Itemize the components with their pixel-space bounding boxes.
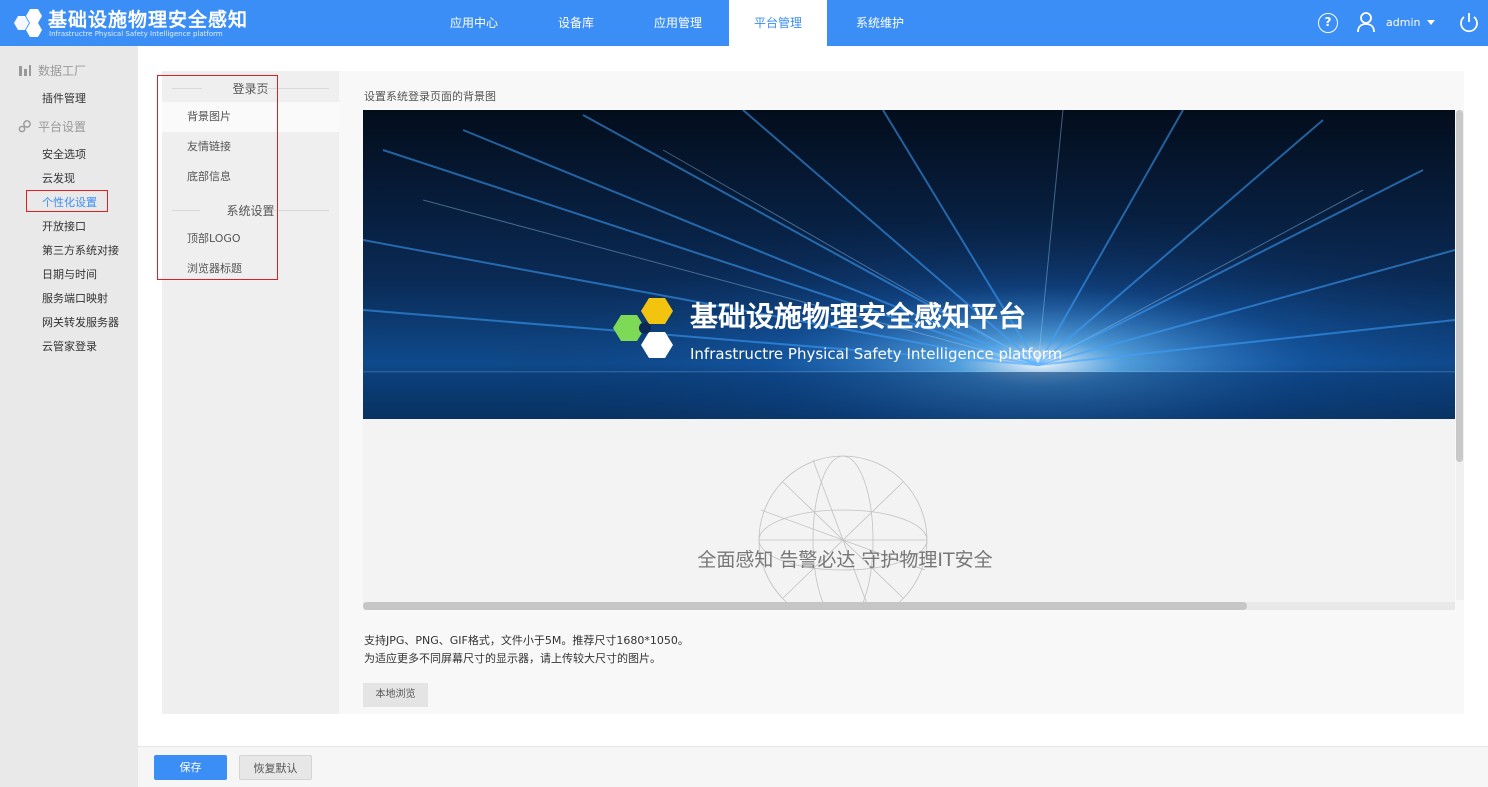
nav-device-library[interactable]: 设备库 (556, 0, 596, 46)
sidebar-group-label: 数据工厂 (38, 64, 87, 78)
preview-slogan: 全面感知 告警必达 守护物理IT安全 (697, 549, 992, 571)
nav-app-management[interactable]: 应用管理 (652, 0, 704, 46)
sidebar-group-label: 平台设置 (38, 120, 87, 134)
app-title: 基础设施物理安全感知 (48, 9, 249, 31)
scrollbar-thumb[interactable] (363, 602, 1247, 610)
preview-vertical-scrollbar[interactable] (1456, 110, 1464, 600)
local-browse-button[interactable]: 本地浏览 (363, 683, 428, 707)
save-button[interactable]: 保存 (154, 755, 227, 780)
nav-app-center[interactable]: 应用中心 (448, 0, 500, 46)
sidebar-item-security-options[interactable]: 安全选项 (42, 146, 86, 162)
sidebar-item-third-party[interactable]: 第三方系统对接 (42, 242, 119, 258)
panel-title: 设置系统登录页面的背景图 (364, 90, 496, 103)
sidebar-item-cloud-discovery[interactable]: 云发现 (42, 170, 75, 186)
help-icon[interactable]: ? (1318, 13, 1338, 33)
nav-system-maintenance[interactable]: 系统维护 (854, 0, 906, 46)
highlight-box-sidebar (26, 190, 108, 212)
logo-icon (14, 9, 42, 37)
sidebar-group-platform-settings[interactable]: 平台设置 (18, 118, 86, 135)
background-preview[interactable]: 基础设施物理安全感知平台 Infrastructre Physical Safe… (363, 110, 1455, 606)
footer-bar (138, 746, 1488, 787)
preview-banner-title: 基础设施物理安全感知平台 (690, 300, 1026, 333)
sidebar-item-plugin-management[interactable]: 插件管理 (42, 90, 86, 106)
reset-default-button[interactable]: 恢复默认 (239, 755, 312, 780)
gear-icon (18, 120, 31, 133)
sidebar-item-open-api[interactable]: 开放接口 (42, 218, 86, 234)
chart-icon (19, 65, 31, 76)
nav-platform-management[interactable]: 平台管理 (729, 0, 827, 46)
user-name[interactable]: admin (1386, 16, 1420, 29)
sidebar-item-cloud-butler-login[interactable]: 云管家登录 (42, 338, 97, 354)
highlight-box-submenu (157, 75, 278, 280)
top-bar: 基础设施物理安全感知 Infrastructre Physical Safety… (0, 0, 1488, 46)
caret-down-icon[interactable] (1427, 20, 1435, 25)
scrollbar-thumb[interactable] (1456, 110, 1463, 462)
preview-image: 基础设施物理安全感知平台 Infrastructre Physical Safe… (363, 110, 1455, 606)
preview-horizontal-scrollbar[interactable] (363, 602, 1455, 610)
power-icon[interactable] (1458, 11, 1480, 35)
sidebar-item-gateway-forwarding[interactable]: 网关转发服务器 (42, 314, 119, 330)
sidebar-item-port-mapping[interactable]: 服务端口映射 (42, 290, 108, 306)
preview-banner-subtitle: Infrastructre Physical Safety Intelligen… (690, 345, 1062, 363)
user-icon[interactable] (1356, 11, 1376, 33)
sidebar-item-date-time[interactable]: 日期与时间 (42, 266, 97, 282)
format-hint: 支持JPG、PNG、GIF格式，文件小于5M。推荐尺寸1680*1050。 (364, 634, 689, 647)
size-hint: 为适应更多不同屏幕尺寸的显示器，请上传较大尺寸的图片。 (364, 652, 661, 665)
sidebar-group-data-factory[interactable]: 数据工厂 (18, 62, 86, 79)
app-subtitle: Infrastructre Physical Safety Intelligen… (49, 30, 223, 38)
